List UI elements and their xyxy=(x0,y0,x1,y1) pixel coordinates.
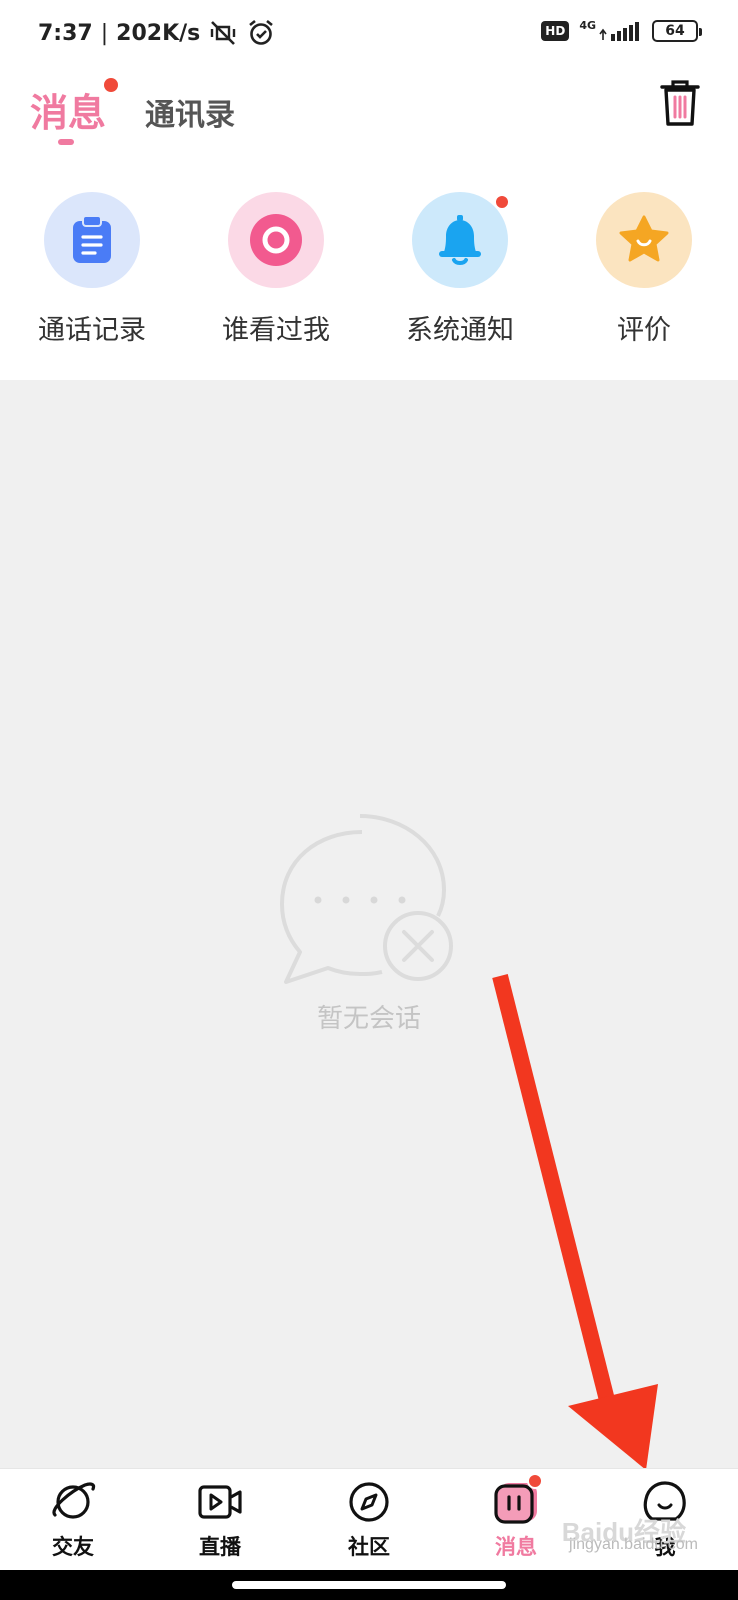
nav-item-messages[interactable]: 消息 xyxy=(456,1473,576,1561)
network-label: 4G xyxy=(579,18,596,32)
header: 消息 通讯录 xyxy=(0,66,738,166)
network-speed: 202K/s xyxy=(116,20,201,46)
mute-vibrate-icon xyxy=(211,21,236,45)
star-icon-bg xyxy=(596,192,692,288)
quick-action-label: 谁看过我 xyxy=(222,315,330,346)
nav-label: 社区 xyxy=(348,1535,390,1559)
status-separator: | xyxy=(100,20,109,46)
trash-icon[interactable] xyxy=(658,78,702,128)
battery-level: 64 xyxy=(665,23,685,39)
nav-item-community[interactable]: 社区 xyxy=(309,1479,429,1561)
status-left: 7:37 | 202K/s xyxy=(38,18,276,48)
gesture-area xyxy=(0,1570,738,1600)
bell-icon-bg xyxy=(412,192,510,288)
planet-icon xyxy=(52,1482,96,1519)
nav-label-active: 消息 xyxy=(495,1535,537,1559)
clipboard-icon-bg xyxy=(44,192,140,288)
video-icon xyxy=(198,1485,242,1519)
nav-item-friends[interactable]: 交友 xyxy=(13,1479,133,1561)
quick-actions: 通话记录 谁看过我 系统通知 评价 xyxy=(0,166,738,380)
message-icon-wrap xyxy=(493,1473,543,1525)
status-right: HD 4G 64 xyxy=(541,18,702,42)
hd-badge: HD xyxy=(541,21,570,41)
signal-icon xyxy=(599,22,639,41)
nav-label: 直播 xyxy=(199,1535,241,1559)
quick-action-system-notice[interactable]: 系统通知 xyxy=(368,192,552,347)
eye-circle-icon xyxy=(250,214,302,266)
notice-badge xyxy=(494,194,510,210)
quick-action-call-log[interactable]: 通话记录 xyxy=(0,192,184,347)
battery-icon: 64 xyxy=(652,20,702,42)
status-bar: 7:37 | 202K/s HD 4G 64 xyxy=(0,0,738,66)
nav-label: 交友 xyxy=(52,1535,94,1559)
tab-messages[interactable]: 消息 xyxy=(30,82,106,137)
eye-circle-icon-bg xyxy=(228,192,324,288)
quick-action-rating[interactable]: 评价 xyxy=(552,192,736,347)
compass-icon xyxy=(349,1482,389,1522)
annotation-arrow xyxy=(492,974,658,1470)
tab-active-indicator xyxy=(58,139,74,145)
tab-contacts[interactable]: 通讯录 xyxy=(145,90,235,134)
watermark-url: jingyan.baidu.com xyxy=(569,1536,698,1553)
quick-action-label: 通话记录 xyxy=(38,315,146,346)
alarm-icon xyxy=(249,19,274,45)
quick-action-label: 评价 xyxy=(617,315,671,346)
home-gesture-bar[interactable] xyxy=(232,1581,506,1589)
quick-action-who-viewed[interactable]: 谁看过我 xyxy=(184,192,368,347)
star-icon xyxy=(619,215,669,262)
messages-nav-badge xyxy=(527,1473,543,1489)
bell-icon xyxy=(439,215,481,265)
clipboard-icon xyxy=(73,215,111,263)
status-time: 7:37 xyxy=(38,20,93,46)
tab-messages-badge xyxy=(104,78,118,92)
nav-item-live[interactable]: 直播 xyxy=(160,1479,280,1561)
quick-action-label: 系统通知 xyxy=(406,315,514,346)
empty-chat-icon xyxy=(280,814,453,984)
